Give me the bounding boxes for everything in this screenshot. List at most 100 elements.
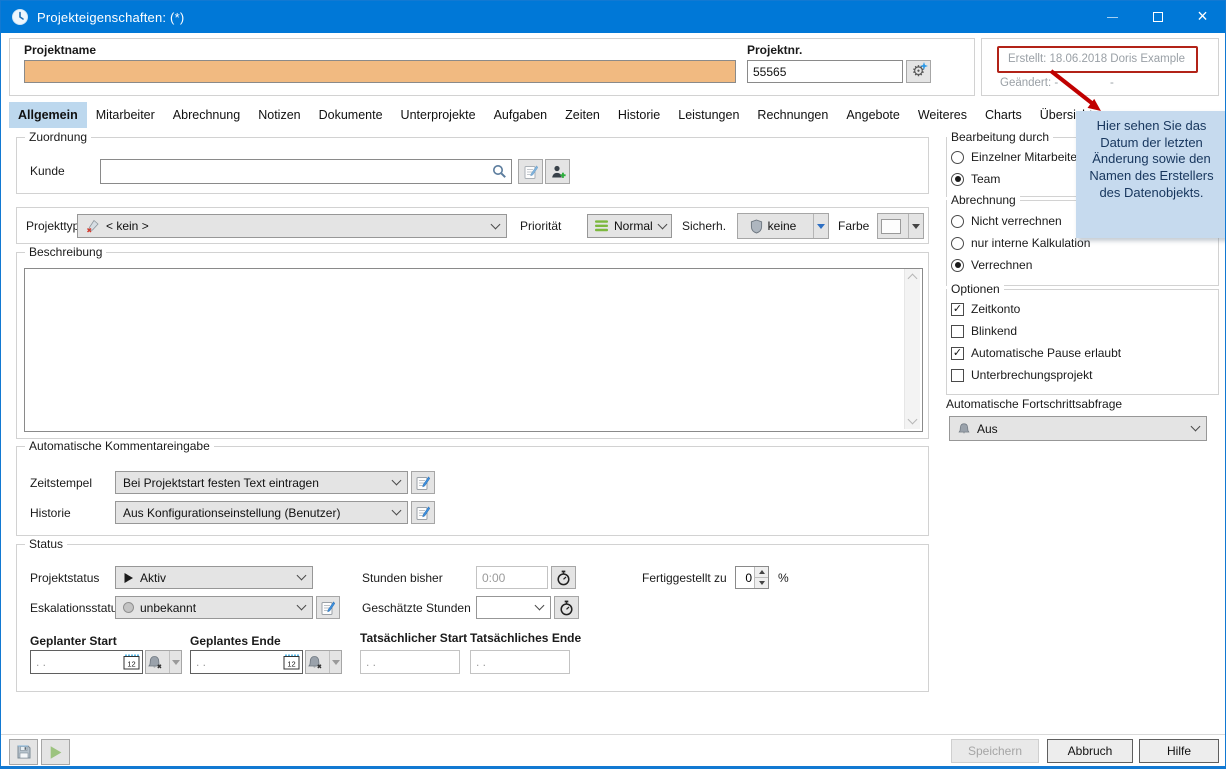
sicherheit-split-button[interactable]: keine bbox=[737, 213, 829, 239]
stopwatch-icon bbox=[556, 570, 571, 586]
projektname-input[interactable] bbox=[24, 60, 736, 83]
checkbox-icon bbox=[951, 325, 964, 338]
tab-dokumente[interactable]: Dokumente bbox=[310, 102, 392, 128]
tab-mitarbeiter[interactable]: Mitarbeiter bbox=[87, 102, 164, 128]
tab-rechnungen[interactable]: Rechnungen bbox=[748, 102, 837, 128]
speichern-button[interactable]: Speichern bbox=[951, 739, 1039, 763]
calendar-icon[interactable]: 12 bbox=[123, 654, 140, 670]
calendar-icon[interactable]: 12 bbox=[283, 654, 300, 670]
maximize-button[interactable] bbox=[1135, 1, 1180, 33]
changed-label: Geändert: - bbox=[1000, 77, 1058, 89]
alarm-cancel-icon bbox=[307, 655, 323, 670]
checkbox-zeitkonto[interactable]: ✓ Zeitkonto bbox=[951, 302, 1020, 316]
eskalation-edit-button[interactable] bbox=[316, 596, 340, 619]
tatsaechliches-ende-input[interactable] bbox=[470, 650, 570, 674]
tab-leistungen[interactable]: Leistungen bbox=[669, 102, 748, 128]
beschreibung-scrollbar[interactable] bbox=[904, 269, 920, 429]
radio-selected-icon bbox=[951, 259, 964, 272]
abrechnung-legend: Abrechnung bbox=[947, 193, 1020, 207]
fortschrittsabfrage-select[interactable]: Aus bbox=[949, 416, 1207, 441]
alarm-dropdown[interactable] bbox=[169, 651, 181, 673]
radio-verrechnen[interactable]: Verrechnen bbox=[951, 258, 1032, 272]
beschreibung-group: Beschreibung bbox=[16, 252, 929, 439]
kunde-label: Kunde bbox=[30, 164, 65, 178]
minimize-button[interactable] bbox=[1090, 1, 1135, 33]
projektstatus-select[interactable]: Aktiv bbox=[115, 566, 313, 589]
kunde-add-button[interactable] bbox=[545, 159, 570, 184]
tab-notizen[interactable]: Notizen bbox=[249, 102, 309, 128]
radio-nur-interne-kalkulation[interactable]: nur interne Kalkulation bbox=[951, 236, 1090, 250]
checkbox-automatische-pause[interactable]: ✓ Automatische Pause erlaubt bbox=[951, 346, 1121, 360]
historie-select[interactable]: Aus Konfigurationseinstellung (Benutzer) bbox=[115, 501, 408, 524]
start-icon-button[interactable] bbox=[41, 739, 70, 765]
geschaetzte-stunden-select[interactable] bbox=[476, 596, 551, 619]
zeitstempel-edit-button[interactable] bbox=[411, 471, 435, 494]
zuordnung-group: Zuordnung Kunde bbox=[16, 137, 929, 194]
farbe-dropdown[interactable] bbox=[908, 214, 923, 238]
shield-icon bbox=[750, 219, 763, 234]
geplanter-start-alarm-button[interactable] bbox=[145, 650, 182, 674]
audit-info-panel: Erstellt: 18.06.2018 Doris Example Geänd… bbox=[981, 38, 1219, 96]
alarm-dropdown[interactable] bbox=[329, 651, 341, 673]
search-icon bbox=[492, 164, 507, 179]
stunden-bisher-input[interactable] bbox=[476, 566, 548, 589]
tab-angebote[interactable]: Angebote bbox=[837, 102, 909, 128]
tab-abrechnung[interactable]: Abrechnung bbox=[164, 102, 249, 128]
projekttyp-select[interactable]: < kein > bbox=[77, 214, 507, 238]
historie-edit-button[interactable] bbox=[411, 501, 435, 524]
tab-allgemein[interactable]: Allgemein bbox=[9, 102, 87, 128]
priority-icon bbox=[595, 220, 608, 232]
tab-aufgaben[interactable]: Aufgaben bbox=[485, 102, 557, 128]
radio-einzelner-mitarbeiter[interactable]: Einzelner Mitarbeiter bbox=[951, 150, 1081, 164]
edit-icon bbox=[415, 475, 431, 491]
prioritaet-select[interactable]: Normal bbox=[587, 214, 672, 238]
minimize-icon bbox=[1107, 17, 1118, 18]
annotation-tooltip: Hier sehen Sie das Datum der letzten Änd… bbox=[1076, 111, 1226, 238]
sicherheit-label: Sicherh. bbox=[682, 219, 726, 233]
beschreibung-textarea[interactable] bbox=[24, 268, 923, 432]
color-swatch bbox=[881, 219, 901, 234]
radio-team[interactable]: Team bbox=[951, 172, 1000, 186]
close-button[interactable]: × bbox=[1180, 1, 1225, 33]
tab-weiteres[interactable]: Weiteres bbox=[909, 102, 976, 128]
hilfe-button[interactable]: Hilfe bbox=[1139, 739, 1219, 763]
chevron-down-icon bbox=[657, 219, 667, 229]
kunde-edit-button[interactable] bbox=[518, 159, 543, 184]
projektnr-settings-button[interactable]: ⚙ bbox=[906, 60, 931, 83]
spin-down-button[interactable] bbox=[755, 577, 768, 588]
tab-historie[interactable]: Historie bbox=[609, 102, 669, 128]
abbruch-button[interactable]: Abbruch bbox=[1047, 739, 1133, 763]
checkbox-blinkend[interactable]: Blinkend bbox=[951, 324, 1017, 338]
save-icon-button[interactable] bbox=[9, 739, 38, 765]
fortschrittsabfrage-value: Aus bbox=[977, 422, 998, 436]
projekttyp-panel: Projekttyp < kein > Priorität Normal Sic… bbox=[16, 207, 929, 244]
kunde-search-input[interactable] bbox=[100, 159, 512, 184]
tab-unterprojekte[interactable]: Unterprojekte bbox=[392, 102, 485, 128]
play-icon bbox=[123, 572, 134, 584]
tab-bar: Allgemein Mitarbeiter Abrechnung Notizen… bbox=[9, 102, 1102, 128]
scroll-down-icon bbox=[908, 415, 918, 425]
radio-icon bbox=[951, 151, 964, 164]
tatsaechlicher-start-input[interactable] bbox=[360, 650, 460, 674]
geschaetzt-stopwatch-button[interactable] bbox=[554, 596, 579, 619]
zuordnung-legend: Zuordnung bbox=[25, 130, 91, 144]
status-dot-icon bbox=[123, 602, 134, 613]
checkbox-unterbrechungsprojekt[interactable]: Unterbrechungsprojekt bbox=[951, 368, 1092, 382]
tab-zeiten[interactable]: Zeiten bbox=[556, 102, 609, 128]
historie-label: Historie bbox=[30, 506, 71, 520]
spin-up-button[interactable] bbox=[755, 567, 768, 577]
zeitstempel-select[interactable]: Bei Projektstart festen Text eintragen bbox=[115, 471, 408, 494]
radio-nicht-verrechnen[interactable]: Nicht verrechnen bbox=[951, 214, 1062, 228]
farbe-split-button[interactable] bbox=[877, 213, 924, 239]
geplantes-ende-alarm-button[interactable] bbox=[305, 650, 342, 674]
spin-down-icon bbox=[759, 581, 765, 585]
fertiggestellt-input[interactable] bbox=[736, 567, 754, 588]
stunden-stopwatch-button[interactable] bbox=[551, 566, 576, 589]
kommentareingabe-group: Automatische Kommentareingabe Zeitstempe… bbox=[16, 446, 929, 536]
tab-charts[interactable]: Charts bbox=[976, 102, 1031, 128]
projektnr-input[interactable] bbox=[747, 60, 903, 83]
eskalationsstatus-select[interactable]: unbekannt bbox=[115, 596, 313, 619]
sicherheit-dropdown[interactable] bbox=[813, 214, 828, 238]
fertiggestellt-spinner[interactable] bbox=[735, 566, 769, 589]
edit-icon bbox=[415, 505, 431, 521]
